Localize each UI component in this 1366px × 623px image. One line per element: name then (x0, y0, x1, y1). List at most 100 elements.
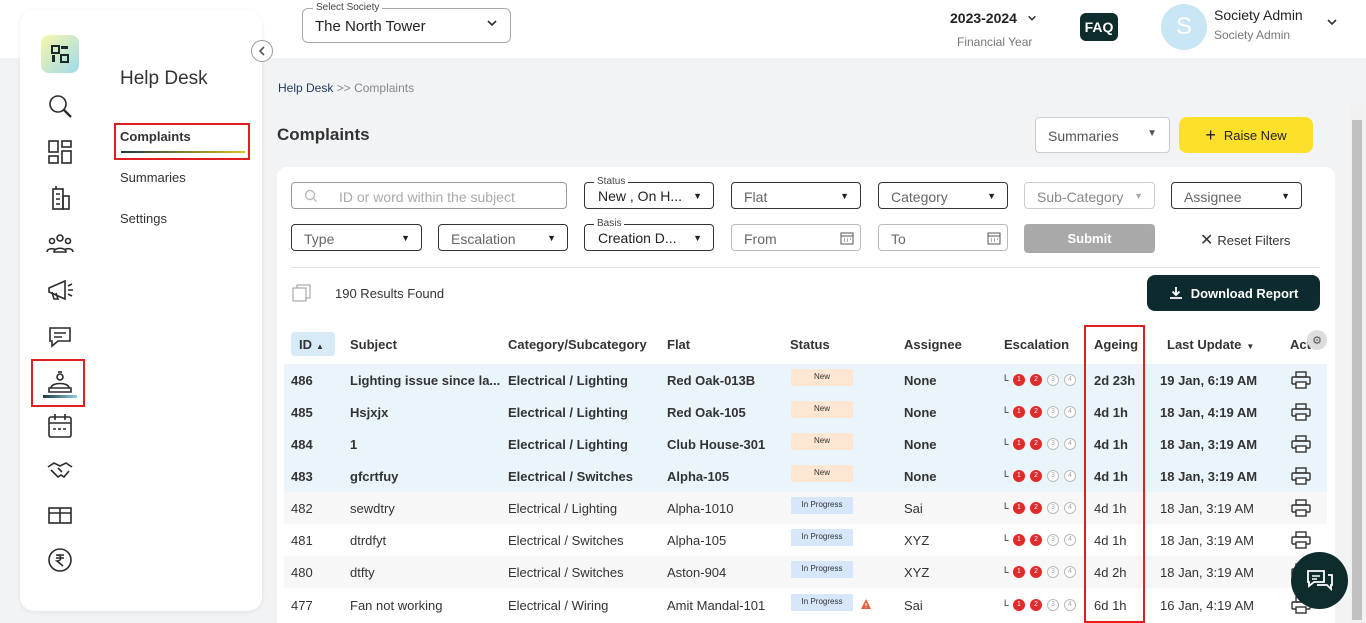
escalation-level-dot: 1 (1013, 374, 1025, 386)
table-row[interactable]: 485 Hsjxjx Electrical / Lighting Red Oak-10… (284, 396, 1327, 428)
complaints-highlight (114, 123, 250, 160)
cell-subject: gfcrtfuy (350, 469, 399, 484)
cell-category: Electrical / Switches (508, 469, 634, 484)
raise-new-button[interactable]: + Raise New (1179, 117, 1313, 153)
scrollbar[interactable] (1350, 105, 1364, 623)
flat-filter[interactable]: Flat ▼ (731, 182, 861, 209)
basis-filter-label: Basis (594, 218, 625, 229)
cell-subject: Hsjxjx (350, 405, 389, 420)
divider (291, 267, 1320, 268)
plus-icon: + (1205, 125, 1216, 145)
column-escalation[interactable]: Escalation (1004, 337, 1069, 352)
sub-category-filter[interactable]: Sub-Category ▼ (1024, 182, 1155, 209)
status-filter[interactable]: Status New , On H... ▼ (584, 176, 714, 209)
cell-last-update: 16 Jan, 4:19 AM (1160, 598, 1254, 613)
building-icon[interactable] (44, 182, 76, 214)
amenities-icon[interactable] (44, 498, 76, 530)
print-icon[interactable] (1291, 435, 1311, 453)
breadcrumb-current: Complaints (354, 81, 415, 95)
type-filter[interactable]: Type ▼ (291, 224, 422, 251)
download-report-button[interactable]: Download Report (1147, 275, 1320, 311)
calendar-icon[interactable] (44, 410, 76, 442)
cell-flat: Amit Mandal-101 (667, 598, 766, 613)
cell-last-update: 18 Jan, 3:19 AM (1160, 501, 1254, 516)
dropdown-arrow-icon: ▼ (1134, 191, 1143, 201)
escalation-level-dot: 2 (1030, 406, 1042, 418)
print-icon[interactable] (1291, 531, 1311, 549)
table-row[interactable]: 481 dtrdfyt Electrical / Switches Alpha-105… (284, 524, 1327, 556)
sidebar-item-settings[interactable]: Settings (120, 211, 167, 226)
submit-button[interactable]: Submit (1024, 224, 1155, 253)
table-row[interactable]: 480 dtfty Electrical / Switches Aston-904 XY… (284, 556, 1327, 588)
dropdown-arrow-icon: ▼ (401, 233, 410, 243)
table-row[interactable]: 477 Fan not working Electrical / Wiring Ami… (284, 589, 1327, 621)
column-last-update[interactable]: Last Update ▼ (1167, 337, 1254, 352)
print-icon[interactable] (1291, 499, 1311, 517)
cell-last-update: 18 Jan, 4:19 AM (1160, 405, 1258, 420)
table-row[interactable]: 486 Lighting issue since la... Electrical … (284, 364, 1327, 396)
search-icon[interactable] (44, 90, 76, 122)
escalation-level-dot: 1 (1013, 438, 1025, 450)
escalation-filter[interactable]: Escalation ▼ (438, 224, 568, 251)
print-icon[interactable] (1291, 467, 1311, 485)
dropdown-arrow-icon: ▼ (693, 233, 702, 243)
to-date-input[interactable]: To (878, 224, 1008, 251)
column-status[interactable]: Status (790, 337, 830, 352)
summaries-select[interactable]: Summaries ▼ (1035, 117, 1170, 153)
table-row[interactable]: 484 1 Electrical / Lighting Club House-301 N… (284, 428, 1327, 460)
basis-filter[interactable]: Basis Creation D... ▼ (584, 218, 714, 251)
user-menu-chevron-icon[interactable] (1326, 16, 1338, 31)
faq-button[interactable]: FAQ (1080, 13, 1118, 41)
residents-icon[interactable] (44, 228, 76, 260)
table-row[interactable]: 482 sewdtry Electrical / Lighting Alpha-101… (284, 492, 1327, 524)
cell-flat: Alpha-1010 (667, 501, 734, 516)
escalation-level-dot: 3 (1047, 599, 1059, 611)
status-badge: In Progress (791, 561, 853, 578)
escalation-level-dot: 4 (1064, 374, 1076, 386)
category-filter[interactable]: Category ▼ (878, 182, 1008, 209)
column-assignee[interactable]: Assignee (904, 337, 962, 352)
assignee-filter-label: Assignee (1184, 189, 1242, 205)
chat-icon[interactable] (44, 320, 76, 352)
cell-category: Electrical / Lighting (508, 501, 618, 516)
announcement-icon[interactable] (44, 274, 76, 306)
handshake-icon[interactable] (44, 454, 76, 486)
rupee-icon[interactable] (44, 544, 76, 576)
assignee-filter[interactable]: Assignee ▼ (1171, 182, 1302, 209)
table-row[interactable]: 483 gfcrtfuy Electrical / Switches Alpha-10… (284, 460, 1327, 492)
society-select[interactable]: Select Society The North Tower (302, 2, 511, 43)
chat-support-button[interactable] (1291, 552, 1348, 609)
search-input[interactable]: ID or word within the subject (291, 182, 567, 209)
escalation-level-dot: 2 (1030, 438, 1042, 450)
select-all-icon[interactable] (292, 284, 312, 302)
reset-filters-button[interactable]: ✕ Reset Filters (1200, 230, 1290, 250)
helpdesk-highlight (31, 359, 85, 407)
section-title: Help Desk (120, 68, 208, 89)
collapse-sidebar-button[interactable] (251, 40, 273, 62)
column-flat[interactable]: Flat (667, 337, 690, 352)
app-logo[interactable] (41, 35, 79, 73)
column-subject[interactable]: Subject (350, 337, 397, 352)
column-id[interactable]: ID ▲ (291, 332, 335, 356)
dashboard-icon[interactable] (44, 136, 76, 168)
society-select-value: The North Tower (315, 18, 426, 35)
print-icon[interactable] (1291, 371, 1311, 389)
avatar[interactable]: S (1161, 4, 1207, 50)
sidebar: Help Desk Complaints Summaries Settings (20, 10, 273, 611)
sidebar-item-summaries[interactable]: Summaries (120, 170, 186, 185)
financial-year-select[interactable]: 2023-2024 (950, 10, 1037, 26)
from-date-input[interactable]: From (731, 224, 861, 251)
cell-assignee: None (904, 373, 937, 388)
sub-category-filter-label: Sub-Category (1037, 189, 1124, 205)
column-last-update-label: Last Update (1167, 337, 1242, 352)
column-settings-icon[interactable]: ⚙ (1307, 330, 1327, 350)
column-category[interactable]: Category/Subcategory (508, 337, 647, 352)
cell-id: 477 (291, 598, 313, 613)
escalation-level-dot: 2 (1030, 502, 1042, 514)
print-icon[interactable] (1291, 403, 1311, 421)
breadcrumb-root[interactable]: Help Desk (278, 81, 333, 95)
scrollbar-thumb[interactable] (1352, 120, 1362, 620)
flat-filter-label: Flat (744, 189, 768, 205)
cell-last-update: 19 Jan, 6:19 AM (1160, 373, 1258, 388)
cell-last-update: 18 Jan, 3:19 AM (1160, 565, 1254, 580)
